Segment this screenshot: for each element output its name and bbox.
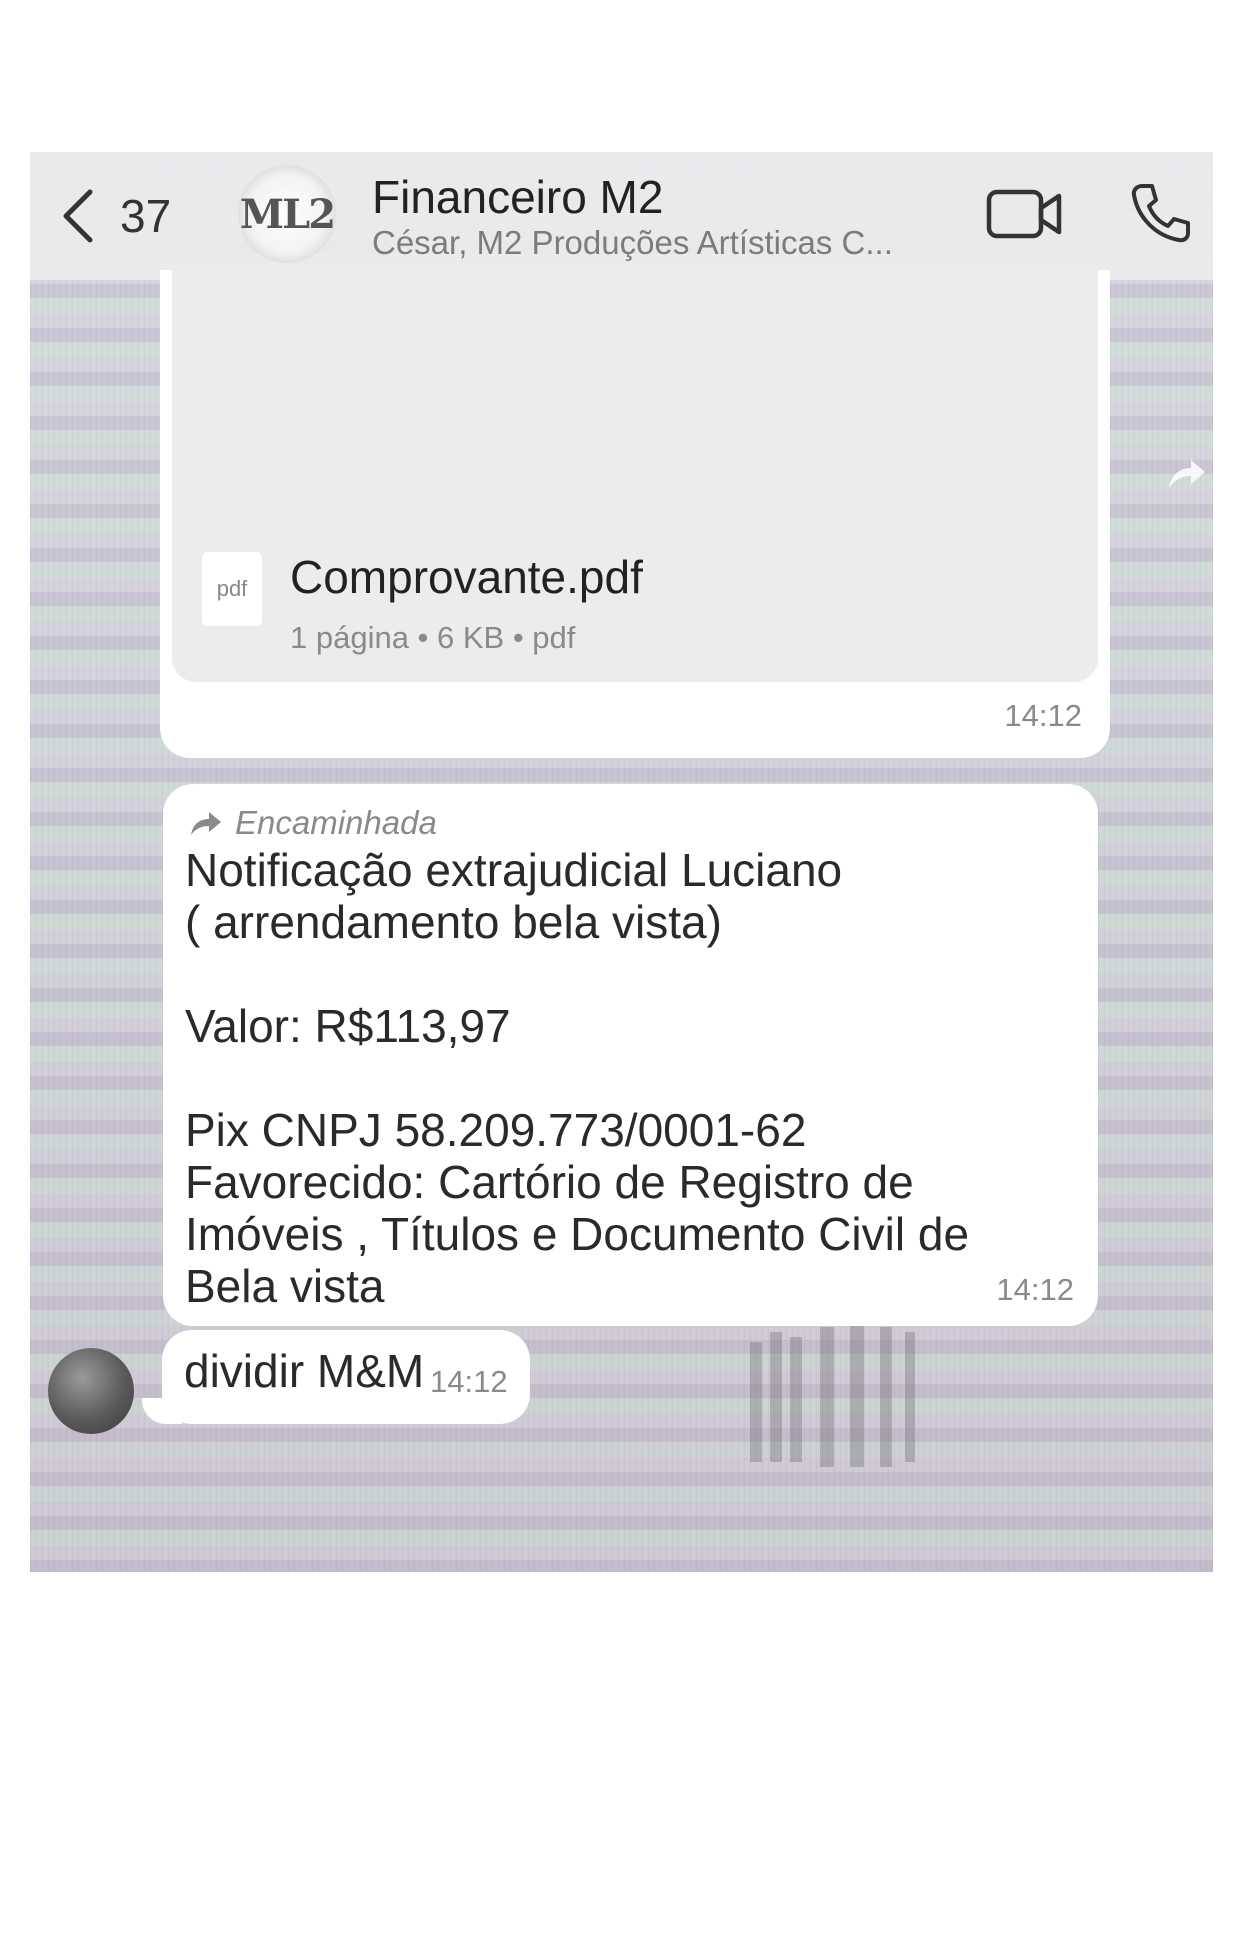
background-wallpaper: [750, 1322, 915, 1467]
message-time: 14:12: [1004, 698, 1082, 733]
chat-header: 37 ML2 Financeiro M2 César, M2 Produções…: [30, 152, 1213, 280]
message-line: Bela vista: [185, 1260, 385, 1312]
text-message[interactable]: dividir M&M 14:12: [162, 1330, 530, 1424]
chat-participants[interactable]: César, M2 Produções Artísticas C...: [372, 224, 893, 262]
document-preview[interactable]: pdf Comprovante.pdf 1 página • 6 KB • pd…: [172, 270, 1098, 682]
document-meta: 1 página • 6 KB • pdf: [290, 620, 576, 655]
avatar-logo: ML2: [239, 190, 336, 238]
message-text: dividir M&M: [184, 1345, 425, 1397]
message-line: Valor: R$113,97: [185, 1000, 511, 1052]
back-button[interactable]: 37: [60, 186, 171, 246]
unread-count: 37: [120, 190, 172, 242]
chat-screen: 37 ML2 Financeiro M2 César, M2 Produções…: [30, 152, 1213, 1572]
forwarded-text: Encaminhada: [235, 804, 437, 841]
message-line: ( arrendamento bela vista): [185, 896, 722, 948]
video-call-button[interactable]: [985, 184, 1065, 244]
pdf-file-icon: pdf: [202, 552, 262, 626]
sender-avatar[interactable]: [48, 1348, 134, 1434]
forwarded-message[interactable]: Encaminhada Notificação extrajudicial Lu…: [163, 784, 1098, 1326]
message-time: 14:12: [996, 1272, 1074, 1307]
phone-icon: [1131, 184, 1190, 243]
voice-call-button[interactable]: [1128, 180, 1194, 246]
message-line: Pix CNPJ 58.209.773/0001-62: [185, 1104, 807, 1156]
video-camera-icon: [986, 189, 1062, 239]
message-text: Notificação extrajudicial Luciano ( arre…: [185, 844, 1065, 1312]
group-avatar[interactable]: ML2: [238, 165, 336, 263]
message-line: Notificação extrajudicial Luciano: [185, 844, 843, 896]
document-message[interactable]: pdf Comprovante.pdf 1 página • 6 KB • pd…: [160, 270, 1110, 758]
forwarded-label: Encaminhada: [189, 804, 437, 842]
message-line: Favorecido: Cartório de Registro de: [185, 1156, 914, 1208]
forward-arrow-icon: [191, 812, 221, 835]
chevron-left-icon: [63, 189, 93, 243]
forward-arrow-icon[interactable]: [1165, 452, 1209, 496]
document-name[interactable]: Comprovante.pdf: [290, 550, 643, 604]
message-line: Imóveis , Títulos e Documento Civil de: [185, 1208, 970, 1260]
chat-title[interactable]: Financeiro M2: [372, 170, 663, 224]
message-time: 14:12: [430, 1364, 508, 1399]
